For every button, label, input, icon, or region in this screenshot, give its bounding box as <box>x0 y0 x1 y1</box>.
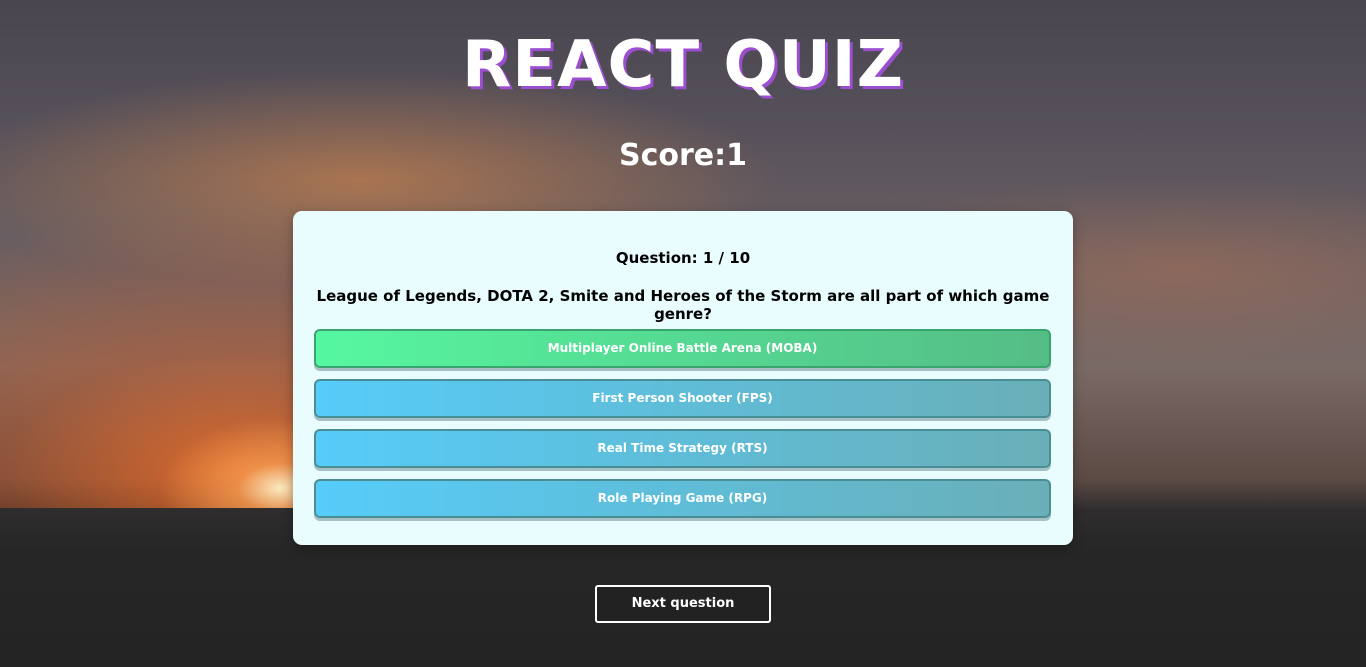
question-number: Question: 1 / 10 <box>615 249 751 267</box>
score-display: Score:1 <box>618 138 747 173</box>
question-text: League of Legends, DOTA 2, Smite and Her… <box>316 287 1050 323</box>
answer-button-3[interactable]: Real Time Strategy (RTS) <box>314 429 1051 468</box>
answer-button-4[interactable]: Role Playing Game (RPG) <box>314 479 1051 518</box>
quiz-page: { "app": { "title": "REACT QUIZ", "score… <box>0 0 1366 667</box>
answer-button-2[interactable]: First Person Shooter (FPS) <box>314 379 1051 418</box>
page-title: REACT QUIZ <box>461 28 905 102</box>
next-question-button[interactable]: Next question <box>595 585 771 623</box>
question-card: Question: 1 / 10 League of Legends, DOTA… <box>293 211 1073 545</box>
answer-button-1[interactable]: Multiplayer Online Battle Arena (MOBA) <box>314 329 1051 368</box>
